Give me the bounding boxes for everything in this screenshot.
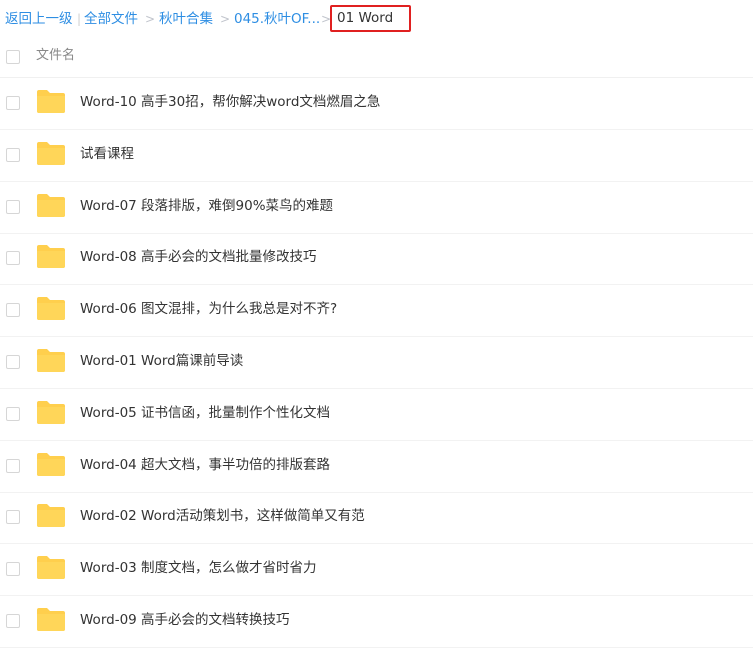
file-row[interactable]: Word-09 高手必会的文档转换技巧 [0,596,753,648]
breadcrumb-collection[interactable]: 秋叶合集 [159,0,213,38]
file-name[interactable]: Word-08 高手必会的文档批量修改技巧 [80,233,317,281]
file-checkbox[interactable] [6,147,20,162]
folder-icon [36,606,66,632]
file-name[interactable]: Word-04 超大文档，事半功倍的排版套路 [80,441,330,489]
folder-icon [36,243,66,269]
file-row[interactable]: Word-05 证书信函，批量制作个性化文档 [0,389,753,441]
file-name[interactable]: Word-10 高手30招，帮你解决word文档燃眉之急 [80,78,380,126]
folder-icon [36,192,66,218]
file-name[interactable]: Word-07 段落排版，难倒90%菜鸟的难题 [80,182,333,230]
folder-icon [36,399,66,425]
folder-icon [36,347,66,373]
file-checkbox[interactable] [6,614,20,628]
file-checkbox[interactable] [6,510,20,525]
breadcrumb-folder[interactable]: 045.秋叶OF... [234,0,320,38]
file-list-header: 文件名 [0,38,753,78]
file-row[interactable]: Word-01 Word篇课前导读 [0,337,753,389]
folder-icon [36,502,66,528]
back-link[interactable]: 返回上一级 [5,0,73,38]
breadcrumb-divider: | [77,12,82,26]
file-row[interactable]: Word-10 高手30招，帮你解决word文档燃眉之急 [0,78,753,130]
file-checkbox[interactable] [6,303,20,318]
file-row[interactable]: Word-06 图文混排，为什么我总是对不齐? [0,285,753,338]
file-name[interactable]: Word-06 图文混排，为什么我总是对不齐? [80,285,337,333]
breadcrumb-separator: > [145,12,156,26]
file-checkbox[interactable] [6,96,20,110]
breadcrumb-separator: > [220,12,231,26]
file-name[interactable]: Word-02 Word活动策划书，这样做简单又有范 [80,492,365,540]
folder-icon [36,88,66,114]
file-name[interactable]: Word-09 高手必会的文档转换技巧 [80,596,290,644]
file-checkbox[interactable] [6,199,20,214]
file-row[interactable]: Word-07 段落排版，难倒90%菜鸟的难题 [0,182,753,234]
breadcrumb-current: 01 Word [330,5,411,32]
breadcrumb-all-files[interactable]: 全部文件 [84,0,138,38]
file-name[interactable]: Word-03 制度文档，怎么做才省时省力 [80,544,317,592]
file-row[interactable]: 试看课程 [0,130,753,182]
file-checkbox[interactable] [6,406,20,421]
file-row[interactable]: Word-03 制度文档，怎么做才省时省力 [0,544,753,597]
file-name[interactable]: Word-05 证书信函，批量制作个性化文档 [80,389,330,437]
file-checkbox[interactable] [6,355,20,369]
select-all-checkbox[interactable] [6,50,20,64]
file-row[interactable]: Word-08 高手必会的文档批量修改技巧 [0,233,753,286]
file-name[interactable]: 试看课程 [80,130,134,178]
breadcrumb: 返回上一级 | 全部文件 > 秋叶合集 > 045.秋叶OF... > 01 W… [0,0,753,38]
file-checkbox[interactable] [6,562,20,577]
folder-icon [36,554,66,580]
folder-icon [36,140,66,166]
folder-icon [36,451,66,477]
folder-icon [36,295,66,321]
file-checkbox[interactable] [6,458,20,473]
file-row[interactable]: Word-02 Word活动策划书，这样做简单又有范 [0,492,753,545]
file-checkbox[interactable] [6,251,20,266]
file-row[interactable]: Word-04 超大文档，事半功倍的排版套路 [0,441,753,493]
filename-column-header[interactable]: 文件名 [36,38,75,74]
file-name[interactable]: Word-01 Word篇课前导读 [80,337,243,385]
